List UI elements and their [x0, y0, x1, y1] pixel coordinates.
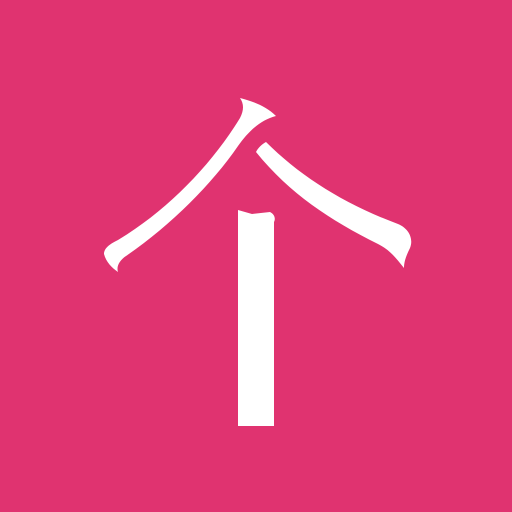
glyph-stroke-right [256, 142, 412, 268]
app-icon-tile: 个 [0, 0, 512, 512]
ge-character-glyph: 个 [104, 98, 412, 426]
glyph-stroke-vertical [238, 210, 275, 426]
